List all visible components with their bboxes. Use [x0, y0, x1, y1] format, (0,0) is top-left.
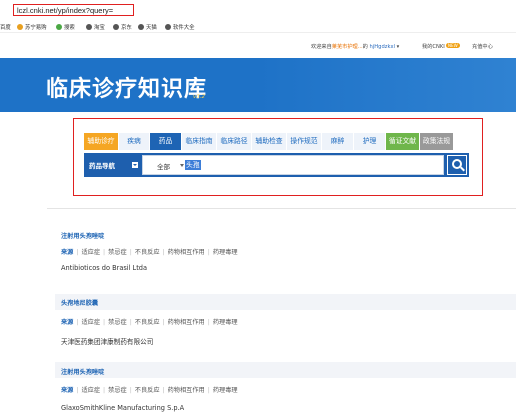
bookmark-suning[interactable]: 苏宁易购 — [17, 22, 47, 32]
result-title[interactable]: 头孢地尼胶囊 — [61, 298, 98, 307]
tab-drug[interactable]: 药品 — [150, 133, 182, 150]
result-links: 来源 | 适应症 | 禁忌症 | 不良反应 | 药物相互作用 | 药理毒理 — [61, 319, 238, 326]
chevron-down-icon[interactable]: ▾ — [397, 44, 400, 50]
result-links: 来源 | 适应症 | 禁忌症 | 不良反应 | 药物相互作用 | 药理毒理 — [61, 387, 238, 394]
new-badge: NEW — [445, 43, 460, 48]
link-pharmacology[interactable]: 药理毒理 — [213, 249, 238, 256]
result-title[interactable]: 注射用头孢唑啶 — [61, 367, 104, 376]
link-source[interactable]: 来源 — [61, 387, 73, 394]
search-query-text[interactable]: 头孢 — [185, 160, 201, 170]
search-icon — [56, 24, 62, 30]
bookmark-taobao[interactable]: 淘宝 — [86, 22, 105, 32]
my-cnki-link[interactable]: 我的CNKI NEW — [422, 43, 460, 50]
divider — [47, 208, 516, 209]
taobao-icon — [86, 24, 92, 30]
site-banner: 临床诊疗知识库 v3.2 — [0, 58, 516, 112]
org-link[interactable]: 莱芜市护理... — [332, 44, 363, 50]
link-contraindications[interactable]: 禁忌症 — [108, 249, 127, 256]
bookmark-tmall[interactable]: 天猫 — [138, 22, 157, 32]
result-manufacturer: Antibioticos do Brasil Ltda — [61, 264, 148, 272]
welcome-mid: 的 — [362, 44, 368, 50]
software-icon — [165, 24, 171, 30]
tab-assisted-diagnosis[interactable]: 辅助诊疗 — [84, 133, 119, 150]
recharge-link[interactable]: 充值中心 — [472, 43, 493, 50]
link-contraindications[interactable]: 禁忌症 — [108, 319, 127, 326]
welcome-prefix: 欢迎来自 — [311, 44, 332, 50]
link-source[interactable]: 来源 — [61, 319, 73, 326]
link-indications[interactable]: 适应症 — [81, 387, 100, 394]
user-link[interactable]: hjHgdzkxl — [370, 44, 395, 50]
result-links: 来源 | 适应症 | 禁忌症 | 不良反应 | 药物相互作用 | 药理毒理 — [61, 249, 238, 256]
search-input[interactable]: 全部 头孢 — [142, 155, 444, 175]
tab-auxiliary-exam[interactable]: 辅助检查 — [252, 133, 287, 150]
link-contraindications[interactable]: 禁忌症 — [108, 387, 127, 394]
suning-icon — [17, 24, 23, 30]
user-bar: 欢迎来自莱芜市护理...的 hjHgdzkxl ▾ 我的CNKI NEW 充值中心 — [0, 34, 516, 56]
result-title[interactable]: 注射用头孢唑啶 — [61, 231, 104, 240]
bookmark-jd[interactable]: 京东 — [113, 22, 132, 32]
search-bar: 药品导航 全部 头孢 — [84, 153, 469, 177]
url-field[interactable]: lczl.cnki.net/yp/index?query= — [13, 4, 134, 16]
bookmark-label: 苏宁易购 — [25, 25, 47, 31]
link-adverse-reactions[interactable]: 不良反应 — [135, 387, 160, 394]
tab-nursing[interactable]: 护理 — [354, 133, 386, 150]
bookmark-label: 天猫 — [146, 25, 157, 31]
link-interactions[interactable]: 药物相互作用 — [168, 249, 205, 256]
tab-evidence-literature[interactable]: 循证文献 — [386, 133, 420, 150]
link-source[interactable]: 来源 — [61, 249, 73, 256]
link-pharmacology[interactable]: 药理毒理 — [213, 387, 238, 394]
nav-expand-icon[interactable] — [132, 162, 138, 168]
tab-clinical-guideline[interactable]: 临床指南 — [182, 133, 217, 150]
tmall-icon — [138, 24, 144, 30]
address-bar: lczl.cnki.net/yp/index?query= — [0, 0, 516, 18]
bookmark-search[interactable]: 搜索 — [56, 22, 75, 32]
tab-operation-norms[interactable]: 操作规范 — [287, 133, 322, 150]
drug-navigation-label[interactable]: 药品导航 — [89, 160, 115, 170]
scope-select[interactable]: 全部 — [157, 161, 170, 171]
url-text: lczl.cnki.net/yp/index?query= — [17, 6, 114, 15]
site-title[interactable]: 临床诊疗知识库 — [46, 71, 207, 103]
result-manufacturer: 天津医药集团津康制药有限公司 — [61, 338, 154, 346]
result-item: 注射用头孢唑啶 来源 | 适应症 | 禁忌症 | 不良反应 | 药物相互作用 | 药理毒理 Glax… — [55, 362, 516, 419]
result-band — [55, 362, 516, 378]
result-manufacturer: GlaxoSmithKline Manufacturing S.p.A — [61, 404, 185, 412]
jd-icon — [113, 24, 119, 30]
bookmark-label: 淘宝 — [94, 25, 105, 31]
search-icon-handle — [460, 166, 465, 172]
link-adverse-reactions[interactable]: 不良反应 — [135, 319, 160, 326]
bookmark-label: 百度 — [0, 25, 11, 31]
site-version: v3.2 — [193, 94, 206, 100]
tab-clinical-pathway[interactable]: 临床路径 — [217, 133, 252, 150]
link-indications[interactable]: 适应症 — [81, 249, 100, 256]
bookmark-label: 软件大全 — [173, 25, 195, 31]
bookmark-label: 搜索 — [64, 25, 75, 31]
search-button[interactable] — [447, 155, 467, 175]
category-tabs: 辅助诊疗 疾病 药品 临床指南 临床路径 辅助检查 操作规范 麻醉 护理 循证文… — [84, 133, 454, 150]
link-interactions[interactable]: 药物相互作用 — [168, 387, 205, 394]
tab-anesthesia[interactable]: 麻醉 — [322, 133, 354, 150]
recharge-label: 充值中心 — [472, 44, 493, 50]
link-pharmacology[interactable]: 药理毒理 — [213, 319, 238, 326]
link-adverse-reactions[interactable]: 不良反应 — [135, 249, 160, 256]
tab-policy-regulations[interactable]: 政策法规 — [420, 133, 454, 150]
chevron-down-icon[interactable] — [180, 164, 184, 167]
bookmark-baidu[interactable]: 百度 — [0, 22, 11, 32]
link-interactions[interactable]: 药物相互作用 — [168, 319, 205, 326]
result-item: 注射用头孢唑啶 来源 | 适应症 | 禁忌症 | 不良反应 | 药物相互作用 | 药理毒理 Anti… — [55, 226, 516, 276]
tab-disease[interactable]: 疾病 — [119, 133, 150, 150]
welcome-text: 欢迎来自莱芜市护理...的 hjHgdzkxl ▾ — [311, 43, 399, 50]
my-cnki-label: 我的CNKI — [422, 44, 445, 50]
link-indications[interactable]: 适应症 — [81, 319, 100, 326]
bookmarks-bar: 百度 苏宁易购 搜索 淘宝 京东 天猫 软件大全 — [0, 19, 516, 33]
bookmark-software[interactable]: 软件大全 — [165, 22, 195, 32]
result-band — [55, 294, 516, 310]
bookmark-label: 京东 — [121, 25, 132, 31]
result-item: 头孢地尼胶囊 来源 | 适应症 | 禁忌症 | 不良反应 | 药物相互作用 | 药理毒理 天津医药集… — [55, 294, 516, 352]
